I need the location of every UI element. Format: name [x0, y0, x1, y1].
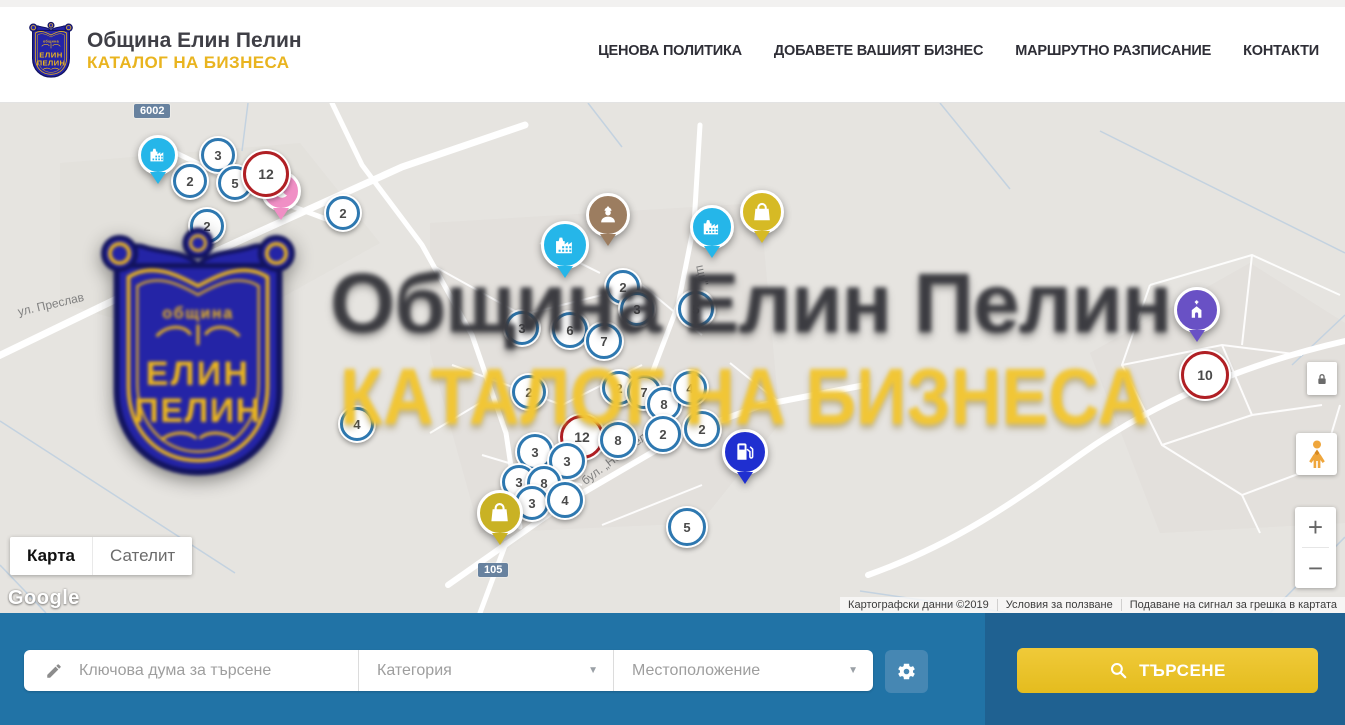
category-select[interactable]: Категория ▼ — [358, 650, 613, 691]
site-subtitle: КАТАЛОГ НА БИЗНЕСА — [87, 53, 302, 73]
attribution-copyright: Картографски данни ©2019 — [840, 599, 997, 611]
map-pin-bag[interactable] — [477, 490, 523, 536]
map-pin-factory[interactable] — [541, 221, 589, 269]
municipality-crest-icon: община ЕЛИН ПЕЛИН — [26, 19, 76, 83]
svg-text:община: община — [43, 39, 60, 43]
nav-item-contacts[interactable]: КОНТАКТИ — [1243, 43, 1319, 59]
search-button-label: ТЪРСЕНЕ — [1139, 661, 1226, 681]
keyword-section — [24, 650, 358, 691]
map-pin-church[interactable] — [1174, 287, 1220, 333]
street-view-pegman[interactable] — [1296, 433, 1337, 475]
lock-control[interactable] — [1307, 362, 1337, 395]
pencil-icon — [45, 662, 63, 680]
map-attribution: Картографски данни ©2019Условия за ползв… — [840, 597, 1345, 613]
map-pin-fuel[interactable] — [722, 429, 768, 475]
keyword-input[interactable] — [77, 661, 358, 681]
chevron-down-icon: ▼ — [588, 665, 598, 676]
lock-icon — [1314, 370, 1330, 388]
svg-text:ЕЛИН: ЕЛИН — [39, 50, 63, 59]
zoom-out-button[interactable]: − — [1295, 548, 1336, 588]
bag-icon — [488, 501, 511, 524]
marker-layer-pins — [0, 103, 1345, 613]
map-type-satellite-button[interactable]: Сателит — [92, 537, 192, 575]
gear-icon — [896, 661, 917, 682]
factory-icon — [148, 145, 168, 165]
search-input-group: Категория ▼ Местоположение ▼ — [24, 650, 873, 691]
map-pin-factory[interactable] — [690, 205, 734, 249]
header: община ЕЛИН ПЕЛИН Община Елин Пелин КАТА… — [0, 0, 1345, 103]
brand-logo[interactable]: община ЕЛИН ПЕЛИН Община Елин Пелин КАТА… — [26, 19, 302, 83]
nav-item-route-schedule[interactable]: МАРШРУТНО РАЗПИСАНИЕ — [1015, 43, 1211, 59]
svg-text:ПЕЛИН: ПЕЛИН — [37, 59, 66, 68]
attribution-link[interactable]: Условия за ползване — [997, 599, 1121, 611]
search-bar: ТЪРСЕНЕ Категория ▼ Местоположение ▼ — [0, 613, 1345, 725]
main-nav: ЦЕНОВА ПОЛИТИКА ДОБАВЕТЕ ВАШИЯТ БИЗНЕС МАР… — [598, 43, 1319, 59]
map-type-control: Карта Сателит — [10, 537, 192, 575]
church-icon — [1185, 298, 1208, 321]
map-type-map-button[interactable]: Карта — [10, 537, 92, 575]
factory-icon — [553, 233, 577, 257]
advanced-search-settings-button[interactable] — [885, 650, 928, 693]
search-bar-right-panel: ТЪРСЕНЕ — [985, 613, 1345, 725]
zoom-in-button[interactable]: + — [1295, 507, 1336, 547]
zoom-control: + − — [1295, 507, 1336, 588]
search-button[interactable]: ТЪРСЕНЕ — [1017, 648, 1318, 693]
map-pin-factory[interactable] — [138, 135, 178, 175]
page: община ЕЛИН ПЕЛИН Община Елин Пелин КАТА… — [0, 0, 1345, 725]
category-select-value: Категория — [377, 662, 452, 680]
google-logo[interactable]: Google — [8, 587, 80, 610]
location-select-value: Местоположение — [632, 662, 760, 680]
location-select[interactable]: Местоположение ▼ — [613, 650, 873, 691]
pegman-icon — [1305, 439, 1329, 469]
fuel-icon — [733, 440, 756, 463]
worker-icon — [597, 204, 619, 226]
nav-item-pricing-policy[interactable]: ЦЕНОВА ПОЛИТИКА — [598, 43, 742, 59]
search-icon — [1109, 661, 1128, 680]
attribution-link[interactable]: Подаване на сигнал за грешка в картата — [1121, 599, 1345, 611]
map-pin-worker[interactable] — [586, 193, 630, 237]
factory-icon — [701, 216, 723, 238]
map-canvas[interactable]: 6002105 ул. Преславбул. „Новоселщи" 3251… — [0, 103, 1345, 613]
bag-icon — [751, 201, 773, 223]
map-pin-bag[interactable] — [740, 190, 784, 234]
chevron-down-icon: ▼ — [848, 665, 858, 676]
site-title: Община Елин Пелин — [87, 29, 302, 53]
brand-text: Община Елин Пелин КАТАЛОГ НА БИЗНЕСА — [87, 29, 302, 73]
nav-item-add-your-business[interactable]: ДОБАВЕТЕ ВАШИЯТ БИЗНЕС — [774, 43, 983, 59]
